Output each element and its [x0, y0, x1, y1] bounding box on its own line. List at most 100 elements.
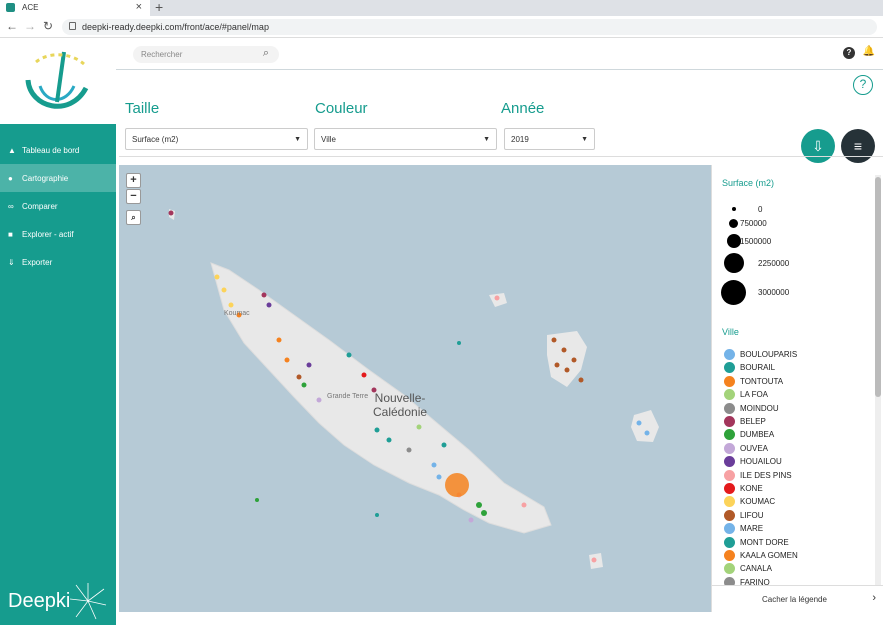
legend-city-name: CANALA [740, 564, 773, 574]
help-icon[interactable]: ? [843, 47, 855, 59]
legend-city-name: LA FOA [740, 390, 769, 400]
browser-tabbar: ACE × + [0, 0, 883, 16]
legend-panel: Surface (m2) 0 750000 1500000 2250000 30… [711, 165, 883, 612]
brand-spark-icon [69, 583, 107, 620]
couleur-select[interactable]: Ville ▼ [314, 128, 497, 150]
legend-color-swatch [724, 469, 735, 481]
zoom-in-button[interactable]: + [126, 173, 141, 188]
book-icon: ■ [8, 230, 13, 239]
filter-label-couleur: Couleur [315, 100, 368, 117]
cloud-download-icon: ⇩ [812, 138, 824, 154]
page-help-icon[interactable]: ? [853, 75, 873, 95]
favicon-icon [6, 3, 15, 12]
legend-city-name: KAALA GOMEN [740, 551, 798, 560]
new-tab-icon[interactable]: + [155, 0, 163, 15]
legend-size-title: Surface (m2) [722, 178, 775, 188]
filter-button[interactable]: ≡ [841, 129, 875, 163]
logo-icon [25, 51, 89, 109]
legend-city-name: TONTOUTA [740, 376, 784, 386]
legend-city-name: KOUMAC [740, 497, 776, 507]
filter-label-taille: Taille [125, 100, 160, 117]
legend-color-swatch [724, 550, 735, 561]
legend-color-swatch [724, 536, 735, 548]
legend-city-name: KONE [740, 484, 763, 493]
legend-color-swatch [724, 509, 735, 521]
annee-select[interactable]: 2019 ▼ [504, 128, 595, 150]
bell-icon[interactable]: 🔔 [863, 46, 875, 57]
legend-city-name: BOULOUPARIS [740, 350, 798, 359]
sidebar-item-dashboard[interactable]: ▲ Tableau de bord [0, 136, 116, 164]
legend-color-swatch [724, 429, 735, 441]
legend-city-name: OUVEA [740, 443, 769, 453]
size-legend-item: 1500000 [720, 232, 840, 252]
legend-color-swatch [724, 483, 735, 494]
reload-icon[interactable]: ↻ [43, 19, 53, 33]
legend-city-name: BOURAIL [740, 363, 776, 373]
legend-color-swatch [724, 523, 735, 535]
legend-color-title: Ville [722, 327, 739, 337]
browser-tab[interactable]: ACE × [0, 0, 150, 16]
legend-city-name: LIFOU [740, 510, 764, 520]
caret-down-icon: ▼ [294, 136, 301, 143]
download-button[interactable]: ⇩ [801, 129, 835, 163]
legend-color-swatch [724, 416, 735, 427]
filter-label-annee: Année [501, 100, 545, 117]
search-input[interactable]: Rechercher ⌕ [133, 46, 279, 63]
search-icon[interactable]: ⌕ [263, 47, 269, 60]
sidebar-item-explorer[interactable]: ■ Explorer - actif [0, 220, 116, 248]
legend-color-swatch [724, 563, 735, 575]
globe-icon: ● [8, 174, 13, 183]
logo [0, 38, 116, 124]
lock-icon [69, 22, 76, 30]
chevron-right-icon: › [872, 592, 876, 604]
legend-color-swatch [724, 496, 735, 508]
taille-select[interactable]: Surface (m2) ▼ [125, 128, 308, 150]
legend-color-swatch [724, 375, 735, 387]
filter-icon: ≡ [853, 138, 863, 154]
topbar: Rechercher ⌕ ? 🔔 [116, 38, 883, 70]
map[interactable]: + − ⌕ Koumac Grande Terre Nouvelle- Calé… [119, 165, 711, 612]
legend-city-name: DUMBEA [740, 430, 775, 440]
back-icon[interactable]: ← [6, 19, 18, 33]
url-field[interactable]: deepki-ready.deepki.com/front/ace/#panel… [62, 19, 877, 35]
forward-icon[interactable]: → [24, 19, 36, 33]
close-tab-icon[interactable]: × [136, 1, 142, 13]
map-canvas[interactable] [119, 165, 711, 612]
caret-down-icon: ▼ [483, 136, 490, 143]
dashboard-icon: ▲ [8, 146, 16, 155]
legend-city-name: MOINDOU [740, 403, 779, 413]
legend-city-name: MARE [740, 524, 764, 534]
hide-legend-button[interactable]: Cacher la légende › [712, 585, 883, 612]
legend-color-swatch [724, 442, 735, 454]
map-search-button[interactable]: ⌕ [126, 210, 141, 225]
legend-color-swatch [724, 402, 735, 414]
sidebar: ▲ Tableau de bord ● Cartographie ∞ Comparer… [0, 38, 116, 625]
sidebar-item-exporter[interactable]: ⇓ Exporter [0, 248, 116, 276]
legend-color-swatch [724, 456, 735, 468]
legend-color-swatch [724, 362, 735, 374]
map-label-koumac: Koumac [224, 310, 250, 317]
download-icon: ⇓ [8, 258, 15, 267]
tab-title: ACE [22, 3, 39, 12]
search-icon: ⌕ [131, 213, 136, 222]
address-bar: ← → ↻ deepki-ready.deepki.com/front/ace/… [0, 16, 883, 38]
binoculars-icon: ∞ [8, 202, 14, 211]
legend-color-swatch [724, 389, 735, 401]
legend-city-name: MONT DORE [740, 537, 789, 547]
legend-city-name: HOUAILOU [740, 457, 782, 467]
legend-city-name: BELEP [740, 417, 766, 426]
divider [119, 156, 883, 157]
sidebar-item-comparer[interactable]: ∞ Comparer [0, 192, 116, 220]
zoom-out-button[interactable]: − [126, 189, 141, 204]
legend-city-name: ILE DES PINS [740, 470, 792, 480]
map-label-grandeterre: Grande Terre [327, 393, 369, 400]
caret-down-icon: ▼ [581, 136, 588, 143]
legend-scrollbar-thumb[interactable] [875, 177, 881, 397]
sidebar-item-cartographie[interactable]: ● Cartographie [0, 164, 116, 192]
size-legend-item: 2250000 [720, 253, 840, 273]
size-legend-item: 3000000 [720, 279, 840, 305]
brand-text: Deepki [8, 590, 71, 612]
map-label-territory: Nouvelle- Calédonie [373, 391, 428, 419]
url-text: deepki-ready.deepki.com/front/ace/#panel… [82, 22, 269, 32]
legend-color-swatch [724, 349, 735, 360]
